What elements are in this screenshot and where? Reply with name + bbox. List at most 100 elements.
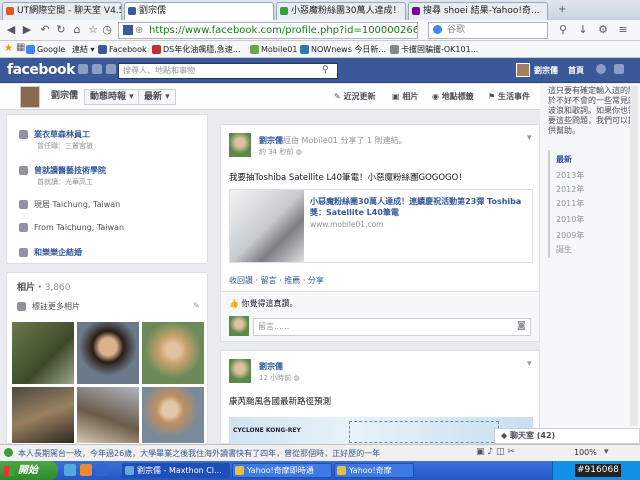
split-icon[interactable]: ◫ [496, 447, 505, 457]
camera-icon[interactable]: ◙ [517, 321, 526, 331]
settings-icon[interactable] [614, 64, 624, 74]
year-2009[interactable]: 2009年 [556, 230, 584, 241]
browser-tab-4[interactable]: 搜尋 shoei 結果-Yahoo!奇... [408, 2, 548, 20]
about-item-relationship[interactable]: 和樂樂企結婚 [19, 247, 82, 258]
timeline-dropdown[interactable]: 動態時報 ▾ [84, 89, 140, 105]
life-event-link[interactable]: ⚑ 生活事件 [488, 91, 530, 102]
new-tab-icon[interactable]: + [558, 4, 566, 15]
profile-thumbnail[interactable] [20, 86, 40, 108]
page-scrollbar[interactable] [630, 86, 638, 426]
post-author-name[interactable]: 劉宗儒 [259, 136, 283, 145]
friend-requests-icon[interactable] [78, 64, 88, 74]
tray-clock[interactable]: #916068 [575, 464, 621, 477]
taskbar-item-yahoo[interactable]: Yahoo!奇摩 [334, 463, 414, 478]
reload-icon[interactable]: ↻ [54, 23, 68, 37]
timeline-name[interactable]: 劉宗儒 [46, 89, 83, 105]
link-title[interactable]: 小惡魔粉絲團30萬人達成！連續慶祝活動第23彈 Toshiba獎：Satelli… [310, 196, 528, 218]
header-user-name[interactable]: 劉宗儒 [534, 65, 558, 76]
post-author-avatar[interactable] [229, 133, 251, 157]
address-bar[interactable]: ⊕ https://www.facebook.com/profile.php?i… [118, 22, 418, 39]
post-options-icon[interactable]: ▾ [527, 133, 532, 143]
status-update-link[interactable]: ✎ 近況更新 [334, 91, 376, 102]
photo-link[interactable]: ▣ 相片 [392, 91, 418, 102]
tag-more-photos-link[interactable]: 標註更多相片 [17, 301, 80, 312]
taskbar-item-maxthon[interactable]: 劉宗儒 - Maxthon Cl... [122, 463, 230, 478]
taskbar-item-yahoo-messenger[interactable]: Yahoo!奇摩即時通 [232, 463, 332, 478]
photo-thumbnail[interactable] [141, 321, 205, 385]
zoom-dropdown-icon[interactable]: ▾ [604, 447, 609, 457]
facebook-logo[interactable]: facebook [7, 62, 75, 78]
chat-sidebar-toggle[interactable]: ◆ 聊天室 (42) [494, 428, 640, 444]
browser-search-input[interactable]: 谷歌 [428, 22, 548, 39]
view-icon[interactable]: ▣ [476, 447, 485, 457]
header-home-link[interactable]: 首頁 [568, 65, 584, 76]
about-item-education[interactable]: 曾就讀醫藝技術學院 [19, 165, 106, 176]
favorites-star-icon[interactable]: ★ [4, 43, 13, 54]
news-ticker[interactable]: 本人長期駕台一枚，今年過26歲，大學畢業之後我住海外讀書快有了四年，曾從那個時，… [18, 448, 458, 459]
quicklaunch-icon[interactable] [80, 464, 92, 476]
menu-icon[interactable]: ≡ [616, 23, 630, 37]
year-2013[interactable]: 2013年 [556, 170, 584, 181]
bookmark-mobile01[interactable]: Mobile01 [250, 43, 297, 56]
browser-tab-3[interactable]: 小惡魔粉絲團30萬人達成！ [276, 2, 406, 20]
photo-thumbnail[interactable] [11, 386, 75, 444]
year-2011[interactable]: 2011年 [556, 198, 584, 209]
star-icon[interactable]: ☆ [86, 23, 100, 37]
bookmark-ds[interactable]: DS年化油飆穩,急速... [152, 43, 240, 56]
bookmark-ok101[interactable]: 卡攫固騙攫-OK101... [390, 43, 478, 56]
screenshot-icon[interactable]: ✂ [507, 447, 515, 457]
messages-icon[interactable] [92, 64, 102, 74]
year-born[interactable]: 誕生 [556, 244, 572, 255]
about-item-hometown[interactable]: From Taichung, Taiwan [19, 223, 124, 232]
search-icon[interactable]: ⚲ [556, 23, 570, 37]
undo-icon[interactable]: ↶ [38, 23, 52, 37]
photo-thumbnail[interactable] [76, 321, 140, 385]
download-icon[interactable]: ↓ [576, 23, 590, 37]
sponsored-text[interactable]: 這只要有確定輸入這的關於不好不會的一些常見的波浪和歌詞。如果你也需要這些問題，我… [548, 86, 638, 136]
typhoon-map-image[interactable]: CYCLONE KONG-REY [229, 417, 533, 445]
post-timestamp[interactable]: 約 34 秒前 ◍ [259, 147, 302, 157]
edit-pencil-icon[interactable]: ✎ [193, 301, 200, 310]
about-item-work[interactable]: 業衣草森林員工 [19, 129, 90, 140]
zoom-level[interactable]: 100% [574, 448, 597, 457]
grid-icon[interactable]: ▦ [16, 42, 25, 53]
user-avatar[interactable] [516, 63, 530, 77]
recommend-link[interactable]: 推薦 [284, 276, 300, 285]
forward-icon[interactable]: ▶ [20, 23, 34, 37]
quicklaunch-icon[interactable] [64, 464, 76, 476]
comment-link[interactable]: 留言 [261, 276, 277, 285]
year-2012[interactable]: 2012年 [556, 184, 584, 195]
notifications-icon[interactable] [106, 64, 116, 74]
photos-title[interactable]: 相片 · 3,860 [17, 280, 70, 293]
year-latest[interactable]: 最新 [556, 154, 572, 165]
bookmark-links[interactable]: 連結 ▾ [72, 43, 95, 56]
bookmark-nownews[interactable]: NOWnews 今日新... [300, 43, 386, 56]
place-link[interactable]: ◉ 地點標籤 [432, 91, 474, 102]
photo-thumbnail[interactable] [76, 386, 140, 444]
browser-tab-1[interactable]: UT網際空間 - 聊天室 V4.5 [2, 2, 122, 20]
year-2010[interactable]: 2010年 [556, 214, 584, 225]
about-item-current-city[interactable]: 現居 Taichung, Taiwan [19, 199, 120, 210]
tools-icon[interactable]: ⚙ [596, 23, 610, 37]
share-link[interactable]: 分享 [308, 276, 324, 285]
home-icon[interactable]: ⌂ [70, 23, 84, 37]
latest-dropdown[interactable]: 最新 ▾ [138, 89, 176, 105]
search-icon[interactable]: ⚲ [322, 65, 329, 75]
quicklaunch-icon[interactable] [96, 464, 108, 476]
start-button[interactable]: 開始 [0, 461, 58, 480]
facebook-search-input[interactable]: 搜尋人、地點和事物 [118, 63, 338, 79]
browser-tab-2[interactable]: 劉宗儒 [124, 2, 274, 21]
shared-link-preview[interactable]: 小惡魔粉絲團30萬人達成！連續慶祝活動第23彈 Toshiba獎：Satelli… [229, 189, 533, 263]
photo-thumbnail[interactable] [141, 386, 205, 444]
post-author-name[interactable]: 劉宗儒 [259, 361, 283, 372]
speaker-icon[interactable]: ♪ [487, 447, 493, 457]
comment-input[interactable]: 留言...... [253, 318, 531, 336]
photo-thumbnail[interactable] [11, 321, 75, 385]
privacy-icon[interactable] [596, 64, 606, 74]
bookmark-google[interactable]: Google [26, 43, 65, 56]
post-author-avatar[interactable] [229, 359, 251, 383]
post-options-icon[interactable]: ▾ [527, 359, 532, 369]
history-icon[interactable]: ◷ [100, 23, 114, 37]
post-timestamp[interactable]: 12 小時前 ◍ [259, 373, 299, 383]
unlike-link[interactable]: 收回讚 [229, 276, 253, 285]
